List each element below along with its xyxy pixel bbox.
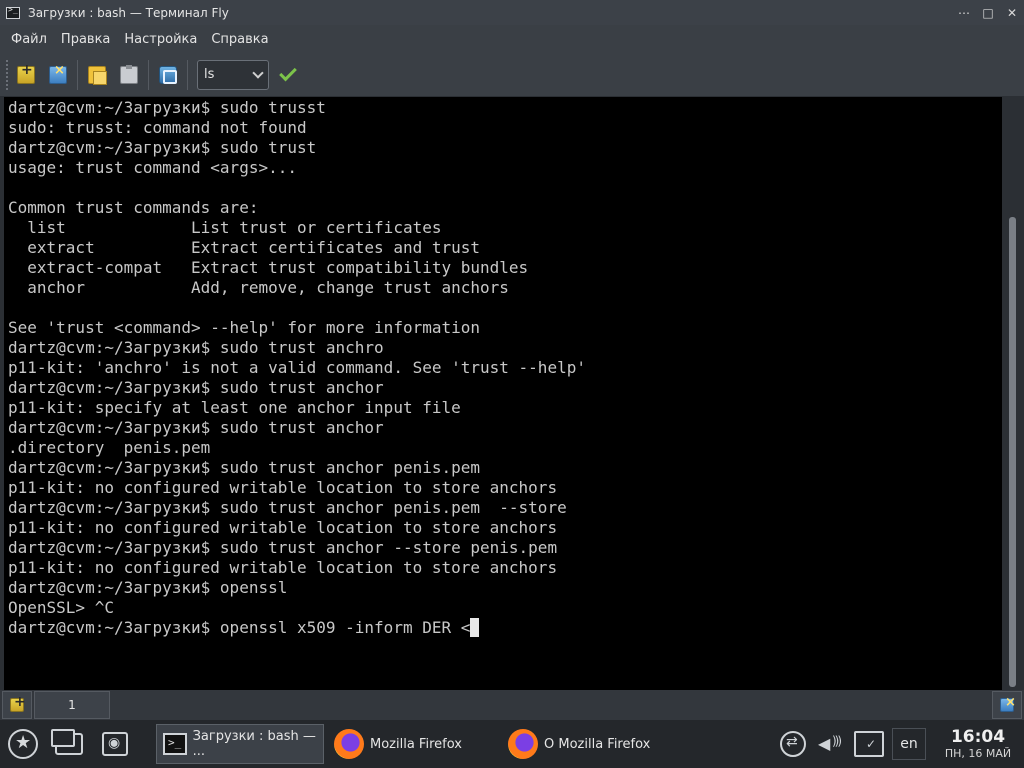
show-desktop-button[interactable] xyxy=(92,721,138,767)
clock[interactable]: 16:04 ПН, 16 МАЙ xyxy=(932,727,1024,761)
find-icon xyxy=(159,65,177,84)
task-label: O Mozilla Firefox xyxy=(544,736,651,752)
window-title: Загрузки : bash — Терминал Fly xyxy=(28,5,229,20)
toolbar-separator xyxy=(77,59,78,90)
close-tab-icon xyxy=(49,63,67,84)
paste-icon xyxy=(120,64,138,84)
terminal-line: OpenSSL> ^C xyxy=(8,598,114,617)
task-label: Mozilla Firefox xyxy=(370,736,462,752)
toolbar-separator xyxy=(187,59,188,90)
new-tab-icon xyxy=(17,62,35,84)
terminal-line: dartz@cvm:~/Загрузки$ sudo trust anchro xyxy=(8,338,384,357)
network-button[interactable] xyxy=(850,724,888,764)
terminal-line: dartz@cvm:~/Загрузки$ sudo trust anchor … xyxy=(8,498,567,517)
menu-bar: Файл Правка Настройка Справка xyxy=(0,25,1024,53)
task-label: Загрузки : bash — ... xyxy=(192,729,316,759)
text-cursor xyxy=(470,618,480,637)
terminal-line: dartz@cvm:~/Загрузки$ sudo trust xyxy=(8,138,317,157)
command-select-value: ls xyxy=(204,67,215,82)
terminal-line: dartz@cvm:~/Загрузки$ sudo trust anchor … xyxy=(8,458,481,477)
terminal-line: dartz@cvm:~/Загрузки$ sudo trust anchor xyxy=(8,418,384,437)
find-button[interactable] xyxy=(152,59,184,91)
volume-icon xyxy=(818,732,844,756)
usb-button[interactable] xyxy=(774,724,812,764)
menu-help[interactable]: Справка xyxy=(204,32,275,47)
terminal-app-icon xyxy=(6,5,20,19)
start-menu-icon xyxy=(8,729,38,759)
minimize-button[interactable]: ⋯ xyxy=(952,6,976,20)
terminal-line: usage: trust command <args>... xyxy=(8,158,297,177)
copy-button[interactable] xyxy=(81,59,113,91)
terminal-output[interactable]: dartz@cvm:~/Загрузки$ sudo trusst sudo: t… xyxy=(4,97,1002,690)
new-tab-button[interactable] xyxy=(2,691,32,719)
terminal-line: dartz@cvm:~/Загрузки$ sudo trusst xyxy=(8,98,326,117)
menu-file[interactable]: Файл xyxy=(4,32,54,47)
task-firefox[interactable]: Mozilla Firefox xyxy=(328,724,498,764)
eye-icon xyxy=(102,732,128,756)
command-select[interactable]: ls xyxy=(197,59,269,90)
paste-button[interactable] xyxy=(113,59,145,91)
firefox-icon xyxy=(508,729,538,759)
toolbar-separator xyxy=(148,59,149,90)
terminal-line: extract Extract certificates and trust xyxy=(8,238,481,257)
new-tab-button[interactable] xyxy=(10,59,42,91)
tab-1[interactable]: 1 xyxy=(34,691,110,719)
terminal-line: p11-kit: 'anchro' is not a valid command… xyxy=(8,358,586,377)
menu-settings[interactable]: Настройка xyxy=(117,32,204,47)
terminal-line: p11-kit: no configured writable location… xyxy=(8,478,558,497)
terminal-line: list List trust or certificates xyxy=(8,218,442,237)
run-command-button[interactable] xyxy=(273,60,303,90)
menu-edit[interactable]: Правка xyxy=(54,32,117,47)
terminal-line: sudo: trusst: command not found xyxy=(8,118,307,137)
scrollbar-thumb[interactable] xyxy=(1009,217,1016,687)
close-tab-button[interactable] xyxy=(42,59,74,91)
task-firefox-about[interactable]: O Mozilla Firefox xyxy=(502,724,672,764)
terminal-line: p11-kit: specify at least one anchor inp… xyxy=(8,398,461,417)
terminal-line: extract-compat Extract trust compatibili… xyxy=(8,258,529,277)
close-tab-icon xyxy=(1000,695,1016,712)
terminal-icon xyxy=(163,733,187,755)
start-menu-button[interactable] xyxy=(0,721,46,767)
new-tab-icon xyxy=(10,694,26,712)
terminal-line: Common trust commands are: xyxy=(8,198,259,217)
system-tray: en 16:04 ПН, 16 МАЙ xyxy=(774,720,1024,768)
close-button[interactable]: ✕ xyxy=(1000,6,1024,20)
terminal-line: dartz@cvm:~/Загрузки$ sudo trust anchor … xyxy=(8,538,558,557)
terminal-line: See 'trust <command> --help' for more in… xyxy=(8,318,481,337)
terminal-line: .directory penis.pem xyxy=(8,438,211,457)
desktops-button[interactable] xyxy=(46,721,92,767)
clock-date: ПН, 16 МАЙ xyxy=(944,747,1012,760)
maximize-button[interactable]: □ xyxy=(976,6,1000,20)
terminal-line: dartz@cvm:~/Загрузки$ openssl x509 -info… xyxy=(8,618,998,638)
title-bar: Загрузки : bash — Терминал Fly ⋯ □ ✕ xyxy=(0,0,1024,25)
chevron-down-icon xyxy=(252,66,264,79)
keyboard-layout-indicator[interactable]: en xyxy=(892,728,926,760)
task-terminal[interactable]: Загрузки : bash — ... xyxy=(156,724,324,764)
close-tab-button[interactable] xyxy=(992,691,1022,719)
terminal-line: anchor Add, remove, change trust anchors xyxy=(8,278,509,297)
tab-bar: 1 xyxy=(0,690,1024,720)
volume-button[interactable] xyxy=(812,724,850,764)
terminal-line: dartz@cvm:~/Загрузки$ sudo trust anchor xyxy=(8,378,384,397)
clock-time: 16:04 xyxy=(950,727,1006,747)
terminal-line: dartz@cvm:~/Загрузки$ openssl xyxy=(8,578,288,597)
terminal-line: p11-kit: no configured writable location… xyxy=(8,518,558,537)
copy-icon xyxy=(88,65,107,85)
terminal-line: p11-kit: no configured writable location… xyxy=(8,558,558,577)
toolbar: ls xyxy=(0,53,1024,96)
network-icon xyxy=(854,731,884,757)
firefox-icon xyxy=(334,729,364,759)
checkmark-icon xyxy=(279,63,297,82)
desktops-icon xyxy=(51,729,83,755)
usb-icon xyxy=(780,731,806,757)
taskbar: Загрузки : bash — ... Mozilla Firefox O … xyxy=(0,720,1024,768)
